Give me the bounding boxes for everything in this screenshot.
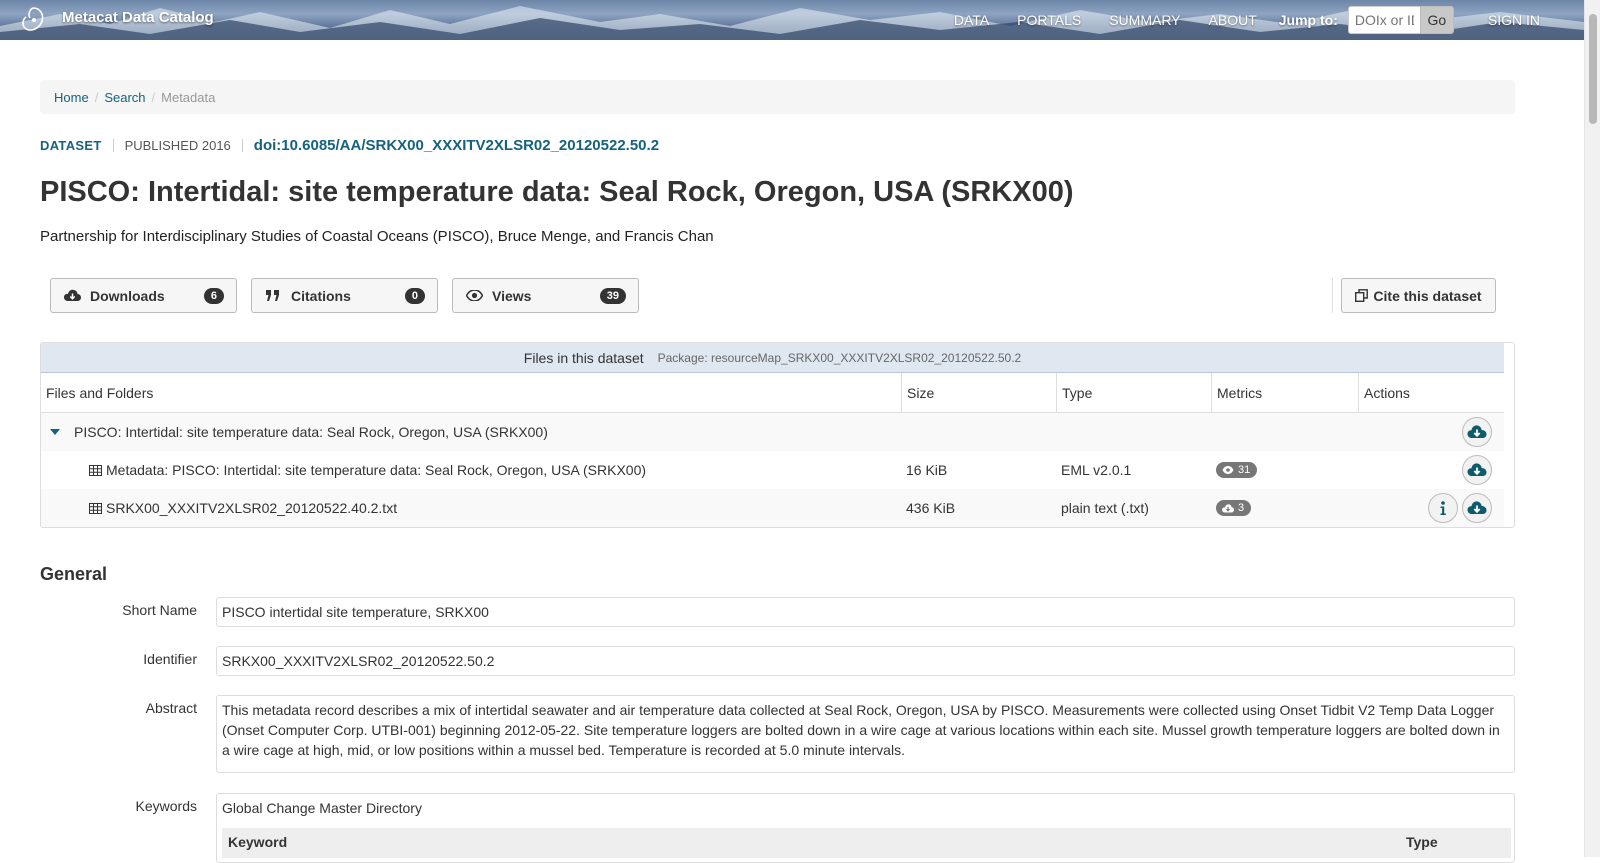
nav-links: DATA PORTALS SUMMARY ABOUT Jump to: Go S… bbox=[926, 0, 1540, 40]
file-info-button[interactable] bbox=[1428, 493, 1458, 523]
dataset-authors: Partnership for Interdisciplinary Studie… bbox=[40, 228, 714, 245]
go-button[interactable]: Go bbox=[1419, 6, 1454, 34]
keywords-table-header: Keyword Type bbox=[222, 828, 1511, 858]
files-table-header: Files in this dataset Package: resourceM… bbox=[41, 343, 1504, 373]
meta-divider bbox=[241, 139, 243, 152]
citations-metric-button[interactable]: Citations 0 bbox=[251, 278, 438, 313]
file-row[interactable]: Metadata: PISCO: Intertidal: site temper… bbox=[41, 451, 1504, 489]
files-table-title: Files in this dataset bbox=[523, 349, 644, 366]
downloads-count: 3 bbox=[1238, 502, 1245, 514]
folder-name-cell[interactable]: PISCO: Intertidal: site temperature data… bbox=[50, 413, 548, 451]
views-count: 31 bbox=[1238, 464, 1251, 476]
eye-icon bbox=[1222, 466, 1234, 474]
type-column-header: Type bbox=[1406, 834, 1438, 850]
cloud-download-icon bbox=[1467, 425, 1487, 438]
short-name-label: Short Name bbox=[122, 602, 197, 618]
column-header-metrics[interactable]: Metrics bbox=[1211, 373, 1358, 413]
file-name[interactable]: Metadata: PISCO: Intertidal: site temper… bbox=[106, 462, 646, 478]
files-table: Files in this dataset Package: resourceM… bbox=[40, 342, 1515, 528]
views-badge: 31 bbox=[1216, 462, 1258, 478]
copy-icon bbox=[1355, 289, 1369, 302]
meta-divider bbox=[112, 139, 114, 152]
dataset-type-label: DATASET bbox=[40, 138, 102, 153]
nav-link-summary[interactable]: SUMMARY bbox=[1109, 12, 1180, 28]
folder-name: PISCO: Intertidal: site temperature data… bbox=[74, 424, 548, 440]
file-row[interactable]: SRKX00_XXXITV2XLSR02_20120522.40.2.txt 4… bbox=[41, 489, 1504, 527]
breadcrumb-separator: / bbox=[94, 89, 99, 105]
breadcrumb: Home / Search / Metadata bbox=[40, 80, 1515, 114]
general-section-heading: General bbox=[40, 564, 108, 584]
dataset-title: PISCO: Intertidal: site temperature data… bbox=[40, 176, 1074, 208]
table-icon bbox=[89, 502, 102, 514]
eye-icon bbox=[465, 289, 483, 303]
download-file-button[interactable] bbox=[1462, 455, 1492, 485]
breadcrumb-separator: / bbox=[151, 89, 156, 105]
folder-row[interactable]: PISCO: Intertidal: site temperature data… bbox=[41, 413, 1504, 451]
table-icon bbox=[89, 464, 102, 476]
cloud-download-icon bbox=[63, 289, 81, 303]
breadcrumb-home[interactable]: Home bbox=[54, 90, 89, 105]
keyword-column-header: Keyword bbox=[228, 834, 288, 850]
keyword-vocabulary: Global Change Master Directory bbox=[222, 800, 422, 816]
file-metric-cell: 31 bbox=[1216, 451, 1258, 489]
nav-link-data[interactable]: DATA bbox=[954, 12, 989, 28]
downloads-metric-button[interactable]: Downloads 6 bbox=[50, 278, 237, 313]
file-name-cell[interactable]: Metadata: PISCO: Intertidal: site temper… bbox=[89, 451, 646, 489]
breadcrumb-current: Metadata bbox=[161, 89, 216, 105]
abstract-value: This metadata record describes a mix of … bbox=[216, 695, 1515, 773]
page-scrollbar[interactable] bbox=[1584, 0, 1600, 857]
downloads-badge: 3 bbox=[1216, 500, 1252, 516]
views-metric-button[interactable]: Views 39 bbox=[452, 278, 639, 313]
file-type: EML v2.0.1 bbox=[1061, 462, 1132, 478]
cloud-download-icon bbox=[1467, 501, 1487, 514]
files-column-headers: Files and Folders Size Type Metrics Acti… bbox=[41, 373, 1504, 413]
downloads-label: Downloads bbox=[90, 287, 165, 304]
sign-in-link[interactable]: SIGN IN bbox=[1488, 12, 1540, 28]
abstract-label: Abstract bbox=[145, 700, 197, 716]
identifier-value: SRKX00_XXXITV2XLSR02_20120522.50.2 bbox=[216, 646, 1515, 676]
nav-link-portals[interactable]: PORTALS bbox=[1017, 12, 1081, 28]
brand-name: Metacat Data Catalog bbox=[62, 8, 214, 26]
citations-label: Citations bbox=[291, 287, 351, 304]
downloads-count-badge: 6 bbox=[203, 287, 224, 304]
package-id: Package: resourceMap_SRKX00_XXXITV2XLSR0… bbox=[657, 350, 1022, 365]
file-name[interactable]: SRKX00_XXXITV2XLSR02_20120522.40.2.txt bbox=[106, 500, 397, 516]
identifier-label: Identifier bbox=[143, 651, 197, 667]
dataset-meta-line: DATASET PUBLISHED 2016 doi:10.6085/AA/SR… bbox=[40, 137, 659, 154]
cite-divider bbox=[1332, 278, 1333, 313]
info-icon bbox=[1440, 501, 1446, 515]
download-file-button[interactable] bbox=[1462, 493, 1492, 523]
file-size: 16 KiB bbox=[906, 462, 948, 478]
published-label: PUBLISHED 2016 bbox=[124, 138, 231, 153]
column-header-size[interactable]: Size bbox=[901, 373, 1056, 413]
citations-count-badge: 0 bbox=[404, 287, 425, 304]
caret-down-icon[interactable] bbox=[50, 429, 60, 435]
column-header-type[interactable]: Type bbox=[1056, 373, 1211, 413]
file-metric-cell: 3 bbox=[1216, 489, 1252, 527]
cite-dataset-label: Cite this dataset bbox=[1373, 287, 1482, 304]
jump-to-label: Jump to: bbox=[1278, 12, 1338, 28]
column-header-actions: Actions bbox=[1358, 373, 1504, 413]
cloud-download-icon bbox=[1222, 503, 1234, 512]
file-name-cell[interactable]: SRKX00_XXXITV2XLSR02_20120522.40.2.txt bbox=[89, 489, 397, 527]
cite-dataset-button[interactable]: Cite this dataset bbox=[1341, 278, 1496, 313]
download-folder-button[interactable] bbox=[1462, 417, 1492, 447]
breadcrumb-search[interactable]: Search bbox=[104, 90, 145, 105]
metacat-logo-icon bbox=[22, 7, 44, 31]
views-label: Views bbox=[492, 287, 532, 304]
quote-icon bbox=[264, 289, 282, 303]
dataset-doi-link[interactable]: doi:10.6085/AA/SRKX00_XXXITV2XLSR02_2012… bbox=[254, 137, 659, 154]
column-header-files[interactable]: Files and Folders bbox=[41, 373, 901, 413]
cloud-download-icon bbox=[1467, 463, 1487, 476]
brand[interactable]: Metacat Data Catalog bbox=[18, 4, 214, 36]
top-navbar: Metacat Data Catalog DATA PORTALS SUMMAR… bbox=[0, 0, 1584, 40]
short-name-value: PISCO intertidal site temperature, SRKX0… bbox=[216, 597, 1515, 627]
file-type: plain text (.txt) bbox=[1061, 500, 1149, 516]
file-size: 436 KiB bbox=[906, 500, 956, 516]
views-count-badge: 39 bbox=[599, 287, 626, 304]
jump-to-input[interactable] bbox=[1347, 6, 1420, 34]
keywords-label: Keywords bbox=[135, 798, 197, 814]
scrollbar-thumb[interactable] bbox=[1589, 14, 1597, 124]
nav-link-about[interactable]: ABOUT bbox=[1209, 12, 1257, 28]
